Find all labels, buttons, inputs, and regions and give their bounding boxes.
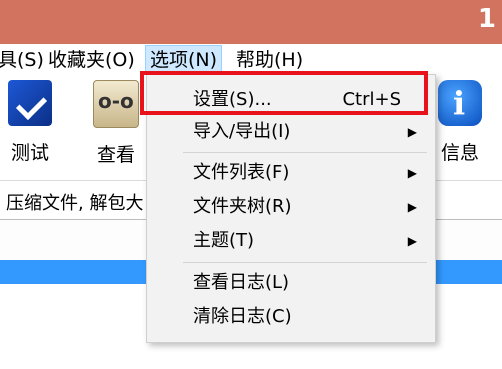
menu-item-label: 文件夹树(R) [193, 196, 292, 217]
test-button-label: 测试 [10, 142, 49, 164]
menu-item-view-log[interactable]: 查看日志(L) [147, 267, 435, 299]
info-button[interactable]: 信息 [428, 80, 492, 165]
info-icon [438, 80, 482, 126]
menu-separator [183, 262, 427, 263]
menu-item-label: 查看日志(L) [193, 272, 290, 293]
menu-item-label: 导入/导出(I) [193, 121, 291, 142]
test-button[interactable]: 测试 [0, 80, 62, 165]
menu-item-label: 文件列表(F) [193, 162, 290, 183]
submenu-arrow-icon: ▶ [407, 125, 417, 139]
submenu-arrow-icon: ▶ [407, 166, 417, 180]
menu-item-label: 主题(T) [193, 230, 255, 251]
menu-item-file-list[interactable]: 文件列表(F) ▶ [147, 157, 435, 189]
info-button-label: 信息 [440, 142, 479, 164]
menu-bar: 具(S) 收藏夹(O) 选项(N) 帮助(H) [0, 44, 502, 75]
menu-separator [183, 152, 427, 153]
title-bar: 1 [0, 0, 502, 44]
menu-item-theme[interactable]: 主题(T) ▶ [147, 225, 435, 257]
menu-favorites[interactable]: 收藏夹(O) [48, 48, 135, 72]
menu-item-folder-tree[interactable]: 文件夹树(R) ▶ [147, 191, 435, 223]
menu-item-label: 清除日志(C) [193, 306, 292, 327]
menu-help[interactable]: 帮助(H) [236, 48, 303, 72]
view-button[interactable]: 查看 [84, 80, 148, 167]
address-text: 压缩文件, 解包大 [6, 193, 144, 214]
menu-tools[interactable]: 具(S) [0, 48, 44, 72]
menu-item-clear-log[interactable]: 清除日志(C) [147, 301, 435, 333]
view-icon [93, 80, 139, 128]
test-icon [8, 80, 52, 126]
highlight-box [140, 71, 428, 115]
submenu-arrow-icon: ▶ [407, 200, 417, 214]
menu-item-import-export[interactable]: 导入/导出(I) ▶ [147, 116, 435, 148]
submenu-arrow-icon: ▶ [407, 234, 417, 248]
title-text: 1 [477, 4, 496, 34]
view-button-label: 查看 [96, 144, 135, 166]
